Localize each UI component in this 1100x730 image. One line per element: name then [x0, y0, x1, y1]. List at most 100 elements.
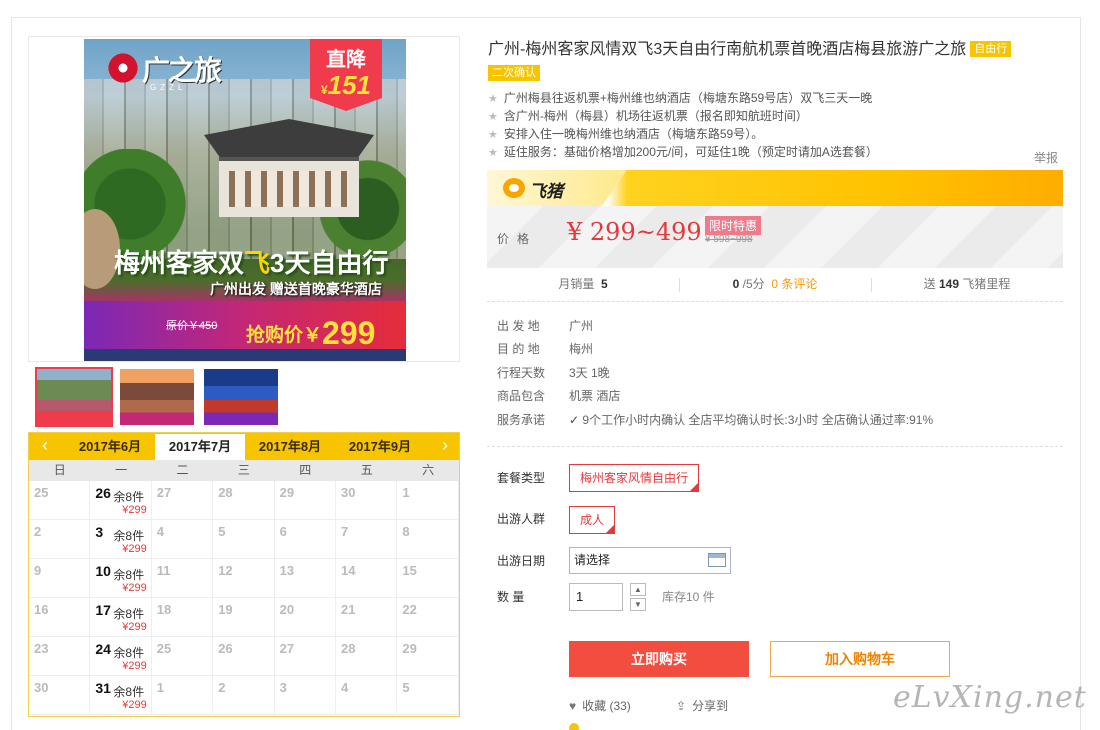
day-stock: 余8件 — [113, 529, 145, 543]
add-to-cart-button[interactable]: 加入购物车 — [770, 641, 950, 677]
weekday-label: 二 — [176, 463, 189, 477]
calendar-day-available[interactable]: 24 余8件 ¥299 — [90, 637, 152, 676]
calendar-day: 23 — [29, 637, 91, 676]
day-number: 16 — [34, 602, 49, 617]
brand-logo-icon — [106, 51, 140, 85]
calendar-prev-arrow-icon[interactable]: ‹ — [33, 433, 57, 460]
day-number: 3 — [95, 524, 104, 540]
day-stock: 余8件 — [113, 490, 145, 504]
thumbnail-3[interactable] — [204, 369, 278, 425]
departure-calendar: ‹ 2017年6月 2017年7月 2017年8月 2017年9月 › 日 一 … — [28, 432, 460, 717]
report-link[interactable]: 举报 — [1034, 149, 1058, 166]
discount-value: 151 — [327, 70, 372, 100]
feature-line: ★ 广州梅县往返机票+梅州维也纳酒店（梅塘东路59号店）双飞三天一晚 — [488, 91, 873, 105]
price-value: ¥ 299~499 — [567, 218, 702, 246]
day-number: 26 — [218, 641, 233, 656]
day-number: 29 — [402, 641, 417, 656]
calendar-day: 2 — [29, 520, 91, 559]
day-number: 13 — [279, 563, 295, 578]
weekday-label: 日 — [53, 463, 66, 477]
calendar-day-available[interactable]: 26 余8件 ¥299 — [90, 481, 152, 520]
day-number: 6 — [279, 524, 287, 539]
calendar-day: 29 — [274, 481, 336, 520]
calendar-month-tab[interactable]: 2017年9月 — [335, 434, 425, 460]
day-number: 4 — [156, 524, 165, 539]
day-number: 22 — [402, 602, 417, 617]
day-stock: 余8件 — [113, 646, 145, 660]
day-number: 20 — [279, 602, 295, 617]
weekday-label: 六 — [422, 463, 435, 477]
image-original-price: 原价￥450 — [166, 320, 218, 332]
fliggy-logo-icon — [503, 178, 525, 198]
day-number: 25 — [156, 641, 172, 656]
crowd-label: 出游人群 — [497, 512, 546, 526]
share-button[interactable]: ⇪ 分享到 — [676, 697, 728, 714]
buy-now-button[interactable]: 立即购买 — [569, 641, 749, 677]
reviews-link[interactable]: 0 条评论 — [771, 277, 817, 291]
calendar-day: 27 — [274, 637, 336, 676]
calendar-day: 15 — [397, 559, 459, 598]
travel-date-input[interactable]: 请选择 — [569, 547, 731, 574]
day-number: 18 — [156, 602, 172, 617]
crowd-option[interactable]: 成人 — [569, 506, 616, 534]
product-title: 广州-梅州客家风情双飞3天自由行南航机票首晚酒店梅县旅游广之旅 自由行 二次确认 — [488, 38, 1064, 86]
weekday-label: 四 — [299, 463, 312, 477]
calendar-day: 18 — [151, 598, 214, 637]
main-product-image[interactable]: 广之旅 GZZL 直降 ¥151 梅州客家双飞3天自由行 广州出发 赠送首晚豪华… — [84, 39, 406, 361]
notice-icon — [569, 723, 579, 730]
discount-ribbon: 直降 ¥151 — [310, 39, 382, 111]
day-price: ¥299 — [122, 582, 147, 594]
limited-offer-badge: 限时特惠 — [705, 216, 762, 235]
day-number: 27 — [279, 641, 295, 656]
day-number: 5 — [218, 524, 226, 539]
calendar-month-tab-active[interactable]: 2017年7月 — [155, 434, 245, 460]
day-number: 27 — [156, 485, 172, 500]
fliggy-brand: 飞猪 — [529, 182, 563, 201]
calendar-month-tab[interactable]: 2017年8月 — [245, 434, 335, 460]
calendar-day-available[interactable]: 31 余8件 ¥299 — [90, 676, 152, 715]
package-option[interactable]: 梅州客家风情自由行 — [569, 464, 700, 492]
quantity-up-icon[interactable]: ▲ — [630, 583, 646, 596]
day-price: ¥299 — [122, 543, 147, 555]
day-number: 17 — [95, 602, 111, 618]
thumbnail-1[interactable] — [35, 367, 113, 427]
day-price: ¥299 — [122, 660, 147, 672]
stats-bar: 月销量 5 0 /5分 0 条评论 送 149 飞猪里程 — [487, 268, 1063, 302]
original-price: ¥ 598~998 — [705, 234, 753, 245]
calendar-day: 21 — [336, 598, 398, 637]
day-number: 21 — [341, 602, 356, 617]
check-circle-icon: ✓ — [569, 413, 580, 427]
day-number: 30 — [341, 485, 356, 500]
calendar-day: 30 — [29, 676, 91, 715]
calendar-month-bar: ‹ 2017年6月 2017年7月 2017年8月 2017年9月 › — [29, 433, 459, 460]
day-number: 10 — [95, 563, 111, 579]
calendar-day: 1 — [397, 481, 459, 520]
thumbnail-2[interactable] — [120, 369, 194, 425]
rating: 0 /5分 0 条评论 — [732, 277, 818, 291]
brand-logo-sub: GZZL — [150, 83, 187, 92]
day-number: 23 — [34, 641, 49, 656]
calendar-day-available[interactable]: 17 余8件 ¥299 — [90, 598, 152, 637]
calendar-day: 19 — [213, 598, 275, 637]
calendar-day: 8 — [397, 520, 459, 559]
calendar-day-available[interactable]: 3 余8件 ¥299 — [90, 520, 152, 559]
feature-line: ★ 含广州-梅州（梅县）机场往返机票（报名即知航班时间） — [488, 109, 808, 123]
calendar-day: 13 — [274, 559, 336, 598]
day-number: 9 — [34, 563, 42, 578]
weekday-label: 五 — [360, 463, 373, 477]
fliggy-banner: 飞猪 — [487, 170, 1063, 206]
calendar-month-tab[interactable]: 2017年6月 — [65, 434, 155, 460]
quantity-input[interactable]: 1 — [569, 583, 623, 611]
favorite-button[interactable]: ♥ 收藏 (33) — [569, 697, 631, 714]
star-icon: ★ — [488, 147, 498, 159]
calendar-next-arrow-icon[interactable]: › — [433, 433, 457, 460]
price-label: 价格 — [497, 232, 538, 246]
quantity-down-icon[interactable]: ▼ — [630, 598, 646, 611]
image-headline: 梅州客家双飞3天自由行 — [114, 248, 389, 278]
calendar-icon[interactable] — [708, 553, 726, 567]
calendar-day: 5 — [213, 520, 275, 559]
tag-free-travel: 自由行 — [970, 41, 1012, 57]
calendar-day-available[interactable]: 10 余8件 ¥299 — [90, 559, 152, 598]
day-number: 19 — [218, 602, 233, 617]
day-number: 1 — [156, 680, 165, 695]
